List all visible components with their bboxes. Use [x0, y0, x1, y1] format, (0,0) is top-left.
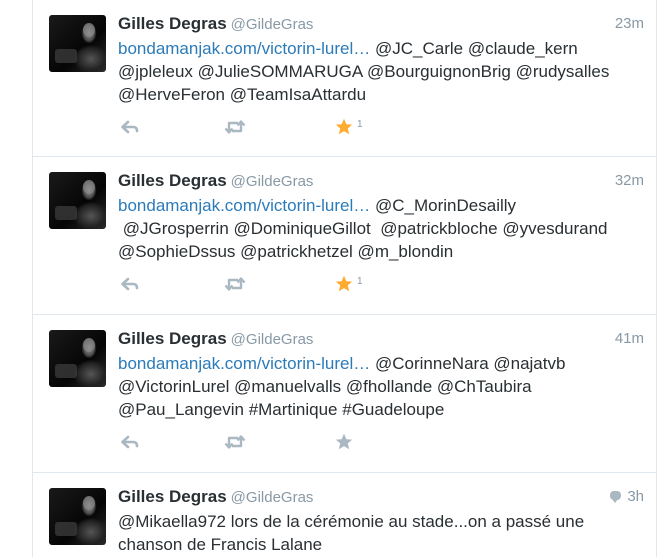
tweet-actions: 1	[118, 117, 418, 137]
retweet-icon	[224, 120, 246, 134]
tweet-timestamp[interactable]: 3h	[610, 486, 644, 508]
timestamp-text[interactable]: 32m	[615, 172, 644, 189]
tweet-text-segment: @Pau_Langevin #Martinique #Guadeloupe	[118, 400, 445, 419]
tweet-text-line: @VictorinLurel @manuelvalls @fhollande @…	[118, 375, 648, 398]
retweet-icon	[224, 435, 246, 449]
author-name[interactable]: Gilles Degras	[118, 171, 227, 190]
tweet-actions	[118, 432, 418, 452]
tweet-text: bondamanjak.com/victorin-lurel… @Corinne…	[118, 352, 648, 421]
tweet-header: Gilles Degras @GildeGras	[118, 328, 313, 351]
tweet-timestamp[interactable]: 23m	[615, 13, 644, 35]
author-handle[interactable]: @GildeGras	[231, 173, 314, 190]
author-name[interactable]: Gilles Degras	[118, 14, 227, 33]
tweet-text-segment: chanson de Francis Lalane	[118, 535, 323, 554]
timestamp-text[interactable]: 23m	[615, 15, 644, 32]
tweet-text-line: @Mikaella972 lors de la cérémonie au sta…	[118, 510, 648, 533]
reply-button[interactable]	[121, 432, 139, 452]
avatar[interactable]	[49, 330, 106, 387]
conversation-icon	[610, 491, 622, 503]
star-icon	[335, 118, 353, 135]
favorite-button[interactable]	[335, 432, 353, 452]
tweet-text-line: @SophieDssus @patrickhetzel @m_blondin	[118, 240, 648, 263]
reply-icon	[121, 435, 139, 449]
tweet-link[interactable]: bondamanjak.com/victorin-lurel…	[118, 39, 370, 58]
tweet-text-segment: @HerveFeron @TeamIsaAttardu	[118, 85, 367, 104]
retweet-icon	[224, 277, 246, 291]
tweet-text-segment: @jpleleux @JulieSOMMARUGA @BourguignonBr…	[118, 62, 610, 81]
reply-icon	[121, 277, 139, 291]
tweet-text: @Mikaella972 lors de la cérémonie au sta…	[118, 510, 648, 556]
timeline: Gilles Degras @GildeGras 23m bondamanjak.…	[0, 0, 666, 557]
favorite-button[interactable]: 1	[335, 117, 363, 137]
favorite-button[interactable]: 1	[335, 274, 363, 294]
reply-button[interactable]	[121, 117, 139, 137]
tweet-header: Gilles Degras @GildeGras	[118, 13, 313, 36]
author-handle[interactable]: @GildeGras	[231, 331, 314, 348]
tweet-text-segment: @C_MorinDesailly	[370, 196, 517, 215]
tweet-text-line: bondamanjak.com/victorin-lurel… @Corinne…	[118, 352, 648, 375]
star-icon	[335, 433, 353, 450]
tweet[interactable]: Gilles Degras @GildeGras 23m bondamanjak.…	[33, 0, 656, 157]
tweet-text-line: bondamanjak.com/victorin-lurel… @C_Morin…	[118, 194, 648, 217]
tweet-actions: 1	[118, 274, 418, 294]
tweet-text-line: bondamanjak.com/victorin-lurel… @JC_Carl…	[118, 37, 648, 60]
avatar[interactable]	[49, 488, 106, 545]
tweet-text-line: @JGrosperrin @DominiqueGillot @patrickbl…	[118, 217, 648, 240]
reply-button[interactable]	[121, 274, 139, 294]
tweet-text-segment: @JC_Carle @claude_kern	[370, 39, 578, 58]
tweet[interactable]: Gilles Degras @GildeGras 3h @Mikaella972 …	[33, 473, 656, 557]
tweet-text-line: @Pau_Langevin #Martinique #Guadeloupe	[118, 398, 648, 421]
tweet-text: bondamanjak.com/victorin-lurel… @JC_Carl…	[118, 37, 648, 106]
tweet-link[interactable]: bondamanjak.com/victorin-lurel…	[118, 354, 370, 373]
tweet-text-line: chanson de Francis Lalane	[118, 533, 648, 556]
timestamp-text[interactable]: 41m	[615, 330, 644, 347]
favorite-count: 1	[357, 275, 363, 287]
tweet[interactable]: Gilles Degras @GildeGras 41m bondamanjak.…	[33, 315, 656, 473]
reply-icon	[121, 120, 139, 134]
tweet[interactable]: Gilles Degras @GildeGras 32m bondamanjak.…	[33, 157, 656, 315]
tweet-link[interactable]: bondamanjak.com/victorin-lurel…	[118, 196, 370, 215]
author-handle[interactable]: @GildeGras	[231, 16, 314, 33]
author-name[interactable]: Gilles Degras	[118, 487, 227, 506]
tweet-timestamp[interactable]: 41m	[615, 328, 644, 350]
retweet-button[interactable]	[224, 432, 246, 452]
avatar[interactable]	[49, 15, 106, 72]
tweet-text-segment: @Mikaella972 lors de la cérémonie au sta…	[118, 512, 585, 531]
tweet-text-segment: @JGrosperrin @DominiqueGillot @patrickbl…	[118, 219, 608, 238]
tweet-text-line: @HerveFeron @TeamIsaAttardu	[118, 83, 648, 106]
retweet-button[interactable]	[224, 117, 246, 137]
tweet-header: Gilles Degras @GildeGras	[118, 170, 313, 193]
author-name[interactable]: Gilles Degras	[118, 329, 227, 348]
favorite-count: 1	[357, 118, 363, 130]
star-icon	[335, 275, 353, 292]
tweet-header: Gilles Degras @GildeGras	[118, 486, 313, 509]
avatar[interactable]	[49, 172, 106, 229]
author-handle[interactable]: @GildeGras	[231, 489, 314, 506]
tweet-text-line: @jpleleux @JulieSOMMARUGA @BourguignonBr…	[118, 60, 648, 83]
tweet-text: bondamanjak.com/victorin-lurel… @C_Morin…	[118, 194, 648, 263]
timeline-border-right	[656, 0, 657, 557]
tweet-text-segment: @SophieDssus @patrickhetzel @m_blondin	[118, 242, 454, 261]
timestamp-text[interactable]: 3h	[627, 488, 644, 505]
tweet-timestamp[interactable]: 32m	[615, 170, 644, 192]
tweet-text-segment: @VictorinLurel @manuelvalls @fhollande @…	[118, 377, 532, 396]
retweet-button[interactable]	[224, 274, 246, 294]
tweet-text-segment: @CorinneNara @najatvb	[370, 354, 566, 373]
